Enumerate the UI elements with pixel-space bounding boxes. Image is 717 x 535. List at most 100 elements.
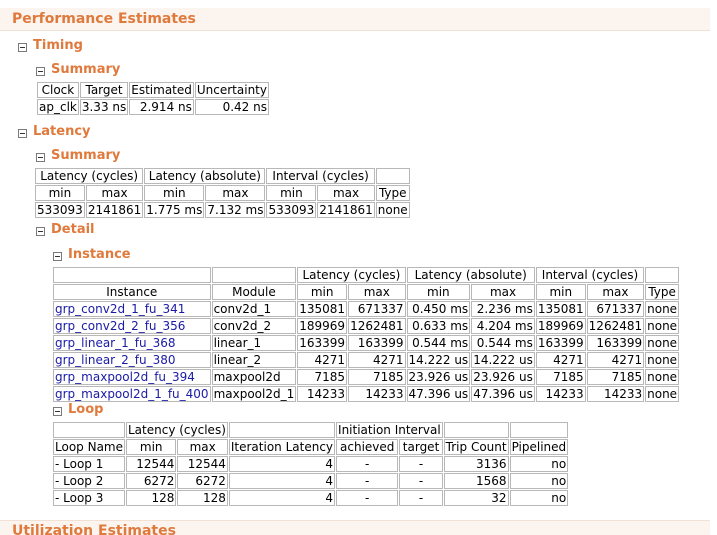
table-cell: none [645, 318, 680, 334]
table-cell: - [399, 456, 443, 472]
table-cell: 2.236 ms [471, 301, 535, 317]
utilization-title: Utilization Estimates [12, 523, 176, 535]
instance-table: Latency (cycles) Latency (absolute) Inte… [52, 266, 680, 403]
table-cell: 1262481 [586, 318, 645, 334]
column-header: min [406, 284, 471, 300]
table-cell: 7185 [586, 369, 645, 385]
table-header-row: min max min max min max Type [35, 185, 410, 201]
table-cell: none [645, 301, 680, 317]
table-cell: none [645, 335, 680, 351]
table-row: ap_clk 3.33 ns 2.914 ns 0.42 ns [37, 99, 269, 115]
column-header: Type [645, 284, 680, 300]
column-header: Instance [53, 284, 211, 300]
empty-header-cell [228, 422, 336, 438]
table-cell: 163399 [586, 335, 645, 351]
instance-link[interactable]: grp_linear_1_fu_368 [53, 335, 211, 351]
detail-collapse-icon[interactable] [36, 227, 45, 236]
empty-header-cell [211, 267, 297, 283]
column-header: Type [375, 185, 410, 201]
instance-collapse-icon[interactable] [53, 252, 62, 261]
table-cell: - [336, 490, 399, 506]
column-header: Clock [37, 82, 79, 98]
instance-title[interactable]: Instance [68, 247, 131, 262]
column-header: min [126, 439, 177, 455]
loop-title[interactable]: Loop [68, 402, 103, 417]
table-cell: 163399 [348, 335, 406, 351]
table-cell: 12544 [126, 456, 177, 472]
table-row: grp_maxpool2d_1_fu_400 maxpool2d_1 14233… [53, 386, 680, 402]
detail-title[interactable]: Detail [51, 222, 95, 237]
loop-collapse-icon[interactable] [53, 407, 62, 416]
table-row: grp_conv2d_1_fu_341 conv2d_1 135081 6713… [53, 301, 680, 317]
column-header: max [205, 185, 266, 201]
table-row: - Loop 2 6272 6272 4 - - 1568 no [53, 473, 569, 489]
table-row: - Loop 3 128 128 4 - - 32 no [53, 490, 569, 506]
table-cell: - [399, 490, 443, 506]
column-group-header: Interval (cycles) [266, 168, 375, 184]
table-cell: 4271 [586, 352, 645, 368]
table-cell: 12544 [177, 456, 228, 472]
timing-collapse-icon[interactable] [18, 43, 27, 52]
table-cell: 7185 [535, 369, 586, 385]
table-cell: 4 [228, 473, 336, 489]
table-cell: 23.926 us [406, 369, 471, 385]
table-cell: 23.926 us [471, 369, 535, 385]
table-cell: 14.222 us [471, 352, 535, 368]
table-cell: 4.204 ms [471, 318, 535, 334]
timing-summary-collapse-icon[interactable] [36, 67, 45, 76]
table-cell: 4 [228, 490, 336, 506]
table-cell: 671337 [586, 301, 645, 317]
column-header: target [399, 439, 443, 455]
table-cell: 14233 [586, 386, 645, 402]
table-cell: ap_clk [37, 99, 79, 115]
table-row: grp_linear_1_fu_368 linear_1 163399 1633… [53, 335, 680, 351]
table-row: 533093 2141861 1.775 ms 7.132 ms 533093 … [35, 202, 410, 218]
column-header: Target [79, 82, 129, 98]
table-cell: none [375, 202, 410, 218]
latency-collapse-icon[interactable] [18, 129, 27, 138]
table-cell: maxpool2d [211, 369, 297, 385]
column-group-header: Latency (cycles) [297, 267, 406, 283]
table-cell: maxpool2d_1 [211, 386, 297, 402]
column-header: Loop Name [53, 439, 125, 455]
table-cell: 128 [126, 490, 177, 506]
column-header: Uncertainty [194, 82, 269, 98]
table-cell: 14233 [297, 386, 348, 402]
timing-section-title[interactable]: Timing [33, 38, 83, 53]
table-cell: 14233 [348, 386, 406, 402]
table-cell: 1.775 ms [144, 202, 205, 218]
table-cell: 533093 [35, 202, 85, 218]
instance-link[interactable]: grp_maxpool2d_1_fu_400 [53, 386, 211, 402]
timing-summary-table: Clock Target Estimated Uncertainty ap_cl… [36, 81, 270, 116]
table-cell: 135081 [535, 301, 586, 317]
table-row: grp_linear_2_fu_380 linear_2 4271 4271 1… [53, 352, 680, 368]
table-row: - Loop 1 12544 12544 4 - - 3136 no [53, 456, 569, 472]
table-cell: 4 [228, 456, 336, 472]
instance-link[interactable]: grp_conv2d_2_fu_356 [53, 318, 211, 334]
table-header-row: Clock Target Estimated Uncertainty [37, 82, 269, 98]
table-cell: no [509, 456, 569, 472]
table-group-header-row: Latency (cycles) Latency (absolute) Inte… [53, 267, 680, 283]
column-group-header: Interval (cycles) [535, 267, 645, 283]
table-cell: 533093 [266, 202, 317, 218]
instance-link[interactable]: grp_conv2d_1_fu_341 [53, 301, 211, 317]
table-cell: conv2d_1 [211, 301, 297, 317]
instance-link[interactable]: grp_maxpool2d_fu_394 [53, 369, 211, 385]
table-cell: none [645, 352, 680, 368]
latency-summary-collapse-icon[interactable] [36, 153, 45, 162]
table-cell: 2141861 [85, 202, 144, 218]
table-cell: 1262481 [348, 318, 406, 334]
table-row: grp_conv2d_2_fu_356 conv2d_2 189969 1262… [53, 318, 680, 334]
table-cell: 189969 [535, 318, 586, 334]
column-header: Pipelined [509, 439, 569, 455]
timing-summary-title[interactable]: Summary [51, 62, 120, 77]
latency-section-title[interactable]: Latency [33, 124, 91, 139]
column-header: Estimated [129, 82, 194, 98]
instance-link[interactable]: grp_linear_2_fu_380 [53, 352, 211, 368]
table-cell: 4271 [535, 352, 586, 368]
column-header: min [297, 284, 348, 300]
table-cell: 7.132 ms [205, 202, 266, 218]
latency-summary-title[interactable]: Summary [51, 148, 120, 163]
table-cell: 1568 [443, 473, 509, 489]
column-header: min [35, 185, 85, 201]
